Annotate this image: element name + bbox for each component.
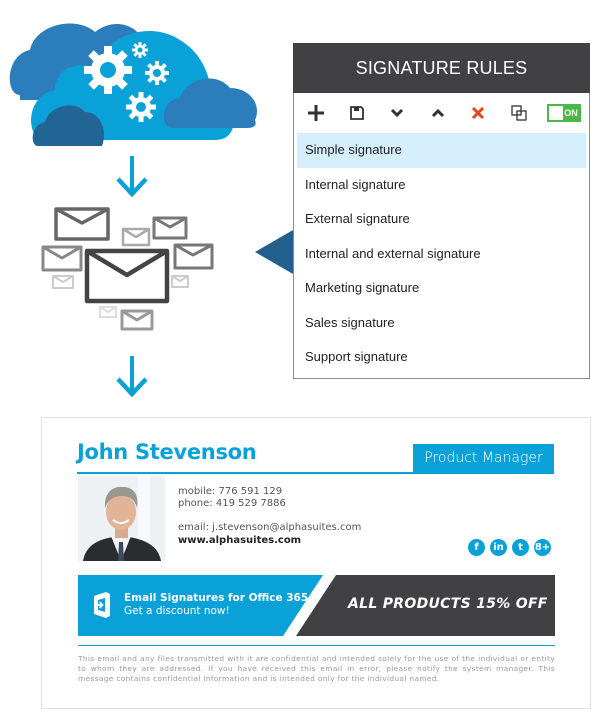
signature-name: John Stevenson <box>77 440 257 464</box>
gear-medium-bottom <box>126 92 156 122</box>
move-up-button[interactable] <box>426 101 450 125</box>
person-photo-icon <box>78 476 165 561</box>
move-down-button[interactable] <box>385 101 409 125</box>
rules-toolbar: ON <box>294 93 589 133</box>
duplicate-rule-button[interactable] <box>507 101 531 125</box>
divider <box>77 472 554 474</box>
office-365-icon <box>94 592 110 618</box>
promo-banner[interactable]: Email Signatures for Office 365 Get a di… <box>78 575 555 636</box>
gear-small-top <box>132 42 148 58</box>
rule-item-sales[interactable]: Sales signature <box>297 306 586 341</box>
chevron-up-icon <box>431 108 444 118</box>
copy-icon <box>510 105 527 121</box>
signature-email[interactable]: email: j.stevenson@alphasuites.com <box>178 522 361 533</box>
disclaimer-text: This email and any files transmitted wit… <box>78 654 555 683</box>
banner-headline: Email Signatures for Office 365 <box>124 592 309 604</box>
rule-item-internal[interactable]: Internal signature <box>297 168 586 203</box>
rule-item-marketing[interactable]: Marketing signature <box>297 271 586 306</box>
rule-toggle-switch[interactable]: ON <box>547 104 581 122</box>
banner-subline: Get a discount now! <box>124 605 230 617</box>
signature-job-title: Product Manager <box>413 444 554 472</box>
rule-item-external[interactable]: External signature <box>297 202 586 237</box>
envelope <box>41 207 214 331</box>
x-icon <box>471 106 485 120</box>
toggle-knob <box>549 106 563 120</box>
signature-website[interactable]: www.alphasuites.com <box>178 535 301 546</box>
signature-rules-panel: SIGNATURE RULES ON Simple signature Inte… <box>293 43 590 379</box>
twitter-icon[interactable]: t <box>512 539 529 556</box>
delete-rule-button[interactable] <box>466 101 490 125</box>
signature-mobile: mobile: 776 591 129 <box>178 486 283 497</box>
plus-icon <box>308 105 324 121</box>
cloud-gears-icon <box>9 23 258 146</box>
linkedin-icon[interactable]: in <box>490 539 507 556</box>
rule-item-simple[interactable]: Simple signature <box>297 133 586 168</box>
add-rule-button[interactable] <box>304 101 328 125</box>
toggle-label: ON <box>563 106 579 120</box>
gear-medium-right <box>145 61 169 85</box>
rule-item-support[interactable]: Support signature <box>297 340 586 375</box>
facebook-icon[interactable]: f <box>468 539 485 556</box>
gear-large <box>84 46 132 94</box>
chevron-down-icon <box>390 108 404 118</box>
google-plus-icon[interactable]: 8+ <box>534 539 551 556</box>
envelopes-icon <box>41 207 214 331</box>
disclaimer-divider <box>78 645 555 646</box>
signature-preview: John Stevenson Product Manager mobile: 7… <box>41 417 591 709</box>
arrow-down-icon <box>116 356 148 398</box>
save-rule-button[interactable] <box>345 101 369 125</box>
rule-item-internal-external[interactable]: Internal and external signature <box>297 237 586 272</box>
signature-phone: phone: 419 529 7886 <box>178 498 286 509</box>
banner-offer: ALL PRODUCTS 15% OFF <box>348 596 548 612</box>
rules-list: Simple signature Internal signature Exte… <box>294 133 589 375</box>
floppy-icon <box>349 106 364 120</box>
avatar <box>78 476 165 561</box>
panel-title: SIGNATURE RULES <box>293 43 590 93</box>
social-icons: f in t 8+ <box>468 539 551 556</box>
pointer-triangle <box>255 230 293 274</box>
